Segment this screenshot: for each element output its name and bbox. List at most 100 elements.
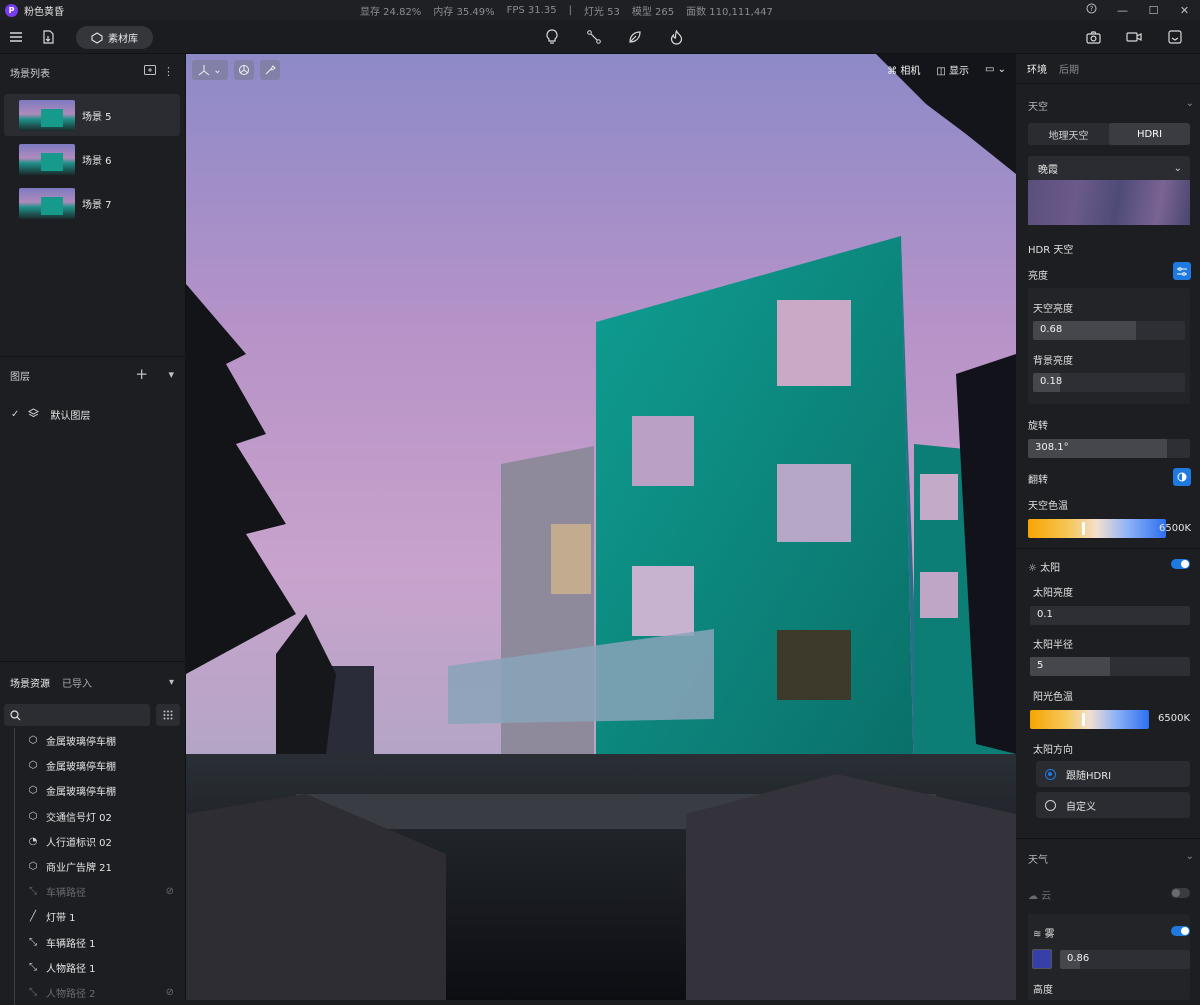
bg-brightness-slider[interactable]: 0.18 (1033, 373, 1185, 392)
sun-dir-follow-option[interactable]: 跟随HDRI (1036, 761, 1190, 787)
list-item[interactable]: ⤡ 车辆路径 1 (0, 929, 186, 955)
fire-icon[interactable] (665, 26, 687, 48)
video-icon[interactable] (1123, 26, 1145, 48)
collapse-assets-icon[interactable]: ▾ (169, 677, 174, 688)
collapse-layers-icon[interactable]: ▾ (168, 368, 174, 381)
list-item[interactable]: ⬡ 金属玻璃停车棚 (0, 728, 186, 754)
asset-library-icon (91, 31, 103, 44)
list-item[interactable]: ⤡ 人物路径 1 (0, 954, 186, 981)
more-icon[interactable]: ⋮ (163, 65, 174, 78)
tab-imported[interactable]: 已导入 (62, 675, 92, 690)
eye-off-icon[interactable]: ⊘ (166, 886, 174, 897)
seg-hdri[interactable]: HDRI (1109, 123, 1190, 145)
adjust-icon[interactable] (1173, 262, 1191, 280)
sun-dir-custom-option[interactable]: 自定义 (1036, 792, 1190, 818)
scene-label: 场景 6 (82, 155, 112, 167)
layer-item[interactable]: ✓ 默认图层 (0, 402, 186, 426)
list-item[interactable]: ╱ 灯带 1 (0, 904, 186, 930)
fog-density-slider[interactable]: 0.86 (1060, 950, 1190, 969)
fog-color-swatch[interactable] (1032, 949, 1052, 969)
cube-icon: ⬡ (28, 861, 38, 873)
help-icon[interactable]: ? (1076, 3, 1107, 17)
slider-handle[interactable] (1082, 522, 1085, 535)
sun-color-temp-slider[interactable] (1030, 710, 1149, 729)
rotation-slider[interactable]: 308.1° (1028, 439, 1190, 458)
sun-toggle[interactable] (1171, 559, 1190, 569)
hdri-preview[interactable] (1028, 180, 1190, 225)
grid-view-icon[interactable] (156, 704, 180, 726)
add-scene-icon[interactable] (144, 65, 156, 78)
sky-color-temp-slider[interactable] (1028, 519, 1166, 538)
asset-label: 人物路径 1 (46, 963, 96, 975)
gizmo-icon[interactable] (234, 60, 254, 80)
transform-dropdown[interactable]: ⌄ (192, 60, 228, 80)
maximize-icon[interactable]: ☐ (1138, 4, 1169, 17)
scene-item[interactable]: 场景 6 (4, 138, 180, 180)
scene-item[interactable]: 场景 5 (4, 94, 180, 136)
perf-stats: 显存 24.82% 内存 35.49% FPS 31.35 | 灯光 53 模型… (360, 0, 773, 20)
close-icon[interactable]: ✕ (1169, 4, 1200, 17)
chevron-down-icon[interactable]: ⌄ (1186, 98, 1194, 109)
asset-tabs: 场景资源 已导入 ▾ (0, 669, 186, 695)
main-toolbar: 素材库 (0, 20, 1200, 54)
scene-item[interactable]: 场景 7 (4, 182, 180, 224)
hdri-preset-select[interactable]: 晚霞 ⌄ (1028, 156, 1190, 180)
sky-brightness-slider[interactable]: 0.68 (1033, 321, 1185, 340)
leaf-icon[interactable] (624, 26, 646, 48)
flip-icon[interactable] (1173, 468, 1191, 486)
asset-label: 灯带 1 (46, 913, 76, 925)
title-bar: P 粉色黄昏 显存 24.82% 内存 35.49% FPS 31.35 | 灯… (0, 0, 1200, 20)
list-item[interactable]: ◔ 人行道标识 02 (0, 828, 186, 855)
minimize-icon[interactable]: — (1107, 4, 1138, 17)
list-item[interactable]: ⬡ 金属玻璃停车棚 (0, 753, 186, 779)
stat-lights: 灯光 53 (583, 6, 620, 18)
tab-post[interactable]: 后期 (1059, 61, 1079, 76)
asset-search-input[interactable] (4, 704, 150, 726)
paint-icon[interactable] (260, 60, 280, 80)
stat-faces: 面数 110,111,447 (686, 6, 773, 18)
chevron-down-icon[interactable]: ⌄ (1186, 851, 1194, 862)
file-export-icon[interactable] (37, 26, 59, 48)
asset-label: 车辆路径 (46, 888, 86, 900)
fog-icon: ≋ (1033, 929, 1045, 940)
list-item[interactable]: ⬡ 商业广告牌 21 (0, 853, 186, 880)
list-item[interactable]: ⬡ 金属玻璃停车棚 (0, 778, 186, 804)
asset-library-button[interactable]: 素材库 (76, 26, 153, 49)
camera-icon[interactable] (1082, 26, 1104, 48)
sun-color-temp-value: 6500K (1158, 713, 1191, 724)
check-icon[interactable]: ✓ (11, 409, 19, 420)
add-layer-icon[interactable]: + (135, 365, 148, 383)
eye-off-icon[interactable]: ⊘ (166, 987, 174, 998)
chevron-down-icon: ⌄ (213, 64, 222, 76)
cloud-label: 云 (1041, 891, 1052, 902)
camera-menu-button[interactable]: ⌘ 相机 (887, 62, 920, 77)
list-item[interactable]: ⤡ 人物路径 2 ⊘ (0, 979, 186, 1005)
list-item[interactable]: ⤡ 车辆路径 ⊘ (0, 879, 186, 905)
radio-button[interactable] (1045, 799, 1056, 811)
display-menu-button[interactable]: ◫ 显示 (936, 62, 969, 77)
display-icon: ◫ (936, 66, 949, 77)
slider-handle[interactable] (1082, 713, 1085, 726)
3d-viewport[interactable]: ⌄ ⌘ 相机 ◫ 显示 ▭ ⌄ (186, 54, 1016, 1000)
sun-radius-slider[interactable]: 5 (1030, 657, 1190, 676)
layers-title: 图层 (10, 371, 30, 383)
tab-environment[interactable]: 环境 (1027, 61, 1047, 76)
cloud-toggle[interactable] (1171, 888, 1190, 898)
screen-icon[interactable]: ▭ ⌄ (985, 64, 1006, 75)
stat-separator: | (568, 4, 572, 16)
sun-brightness-slider[interactable]: 0.1 (1030, 606, 1190, 625)
rotation-value: 308.1° (1035, 442, 1069, 453)
bg-brightness-label: 背景亮度 (1033, 356, 1073, 367)
menu-icon[interactable] (5, 26, 27, 48)
radio-button[interactable] (1045, 768, 1056, 780)
export-icon[interactable] (1164, 26, 1186, 48)
search-icon (10, 709, 21, 720)
fog-toggle[interactable] (1171, 926, 1190, 936)
list-item[interactable]: ⬡ 交通信号灯 02 (0, 803, 186, 829)
seg-geo-sky[interactable]: 地理天空 (1028, 123, 1109, 145)
divider (1016, 548, 1200, 549)
tab-scene-assets[interactable]: 场景资源 (10, 675, 50, 690)
path-icon[interactable] (583, 26, 605, 48)
light-bulb-icon[interactable] (541, 26, 563, 48)
sky-color-temp-value: 6500K (1159, 523, 1192, 534)
